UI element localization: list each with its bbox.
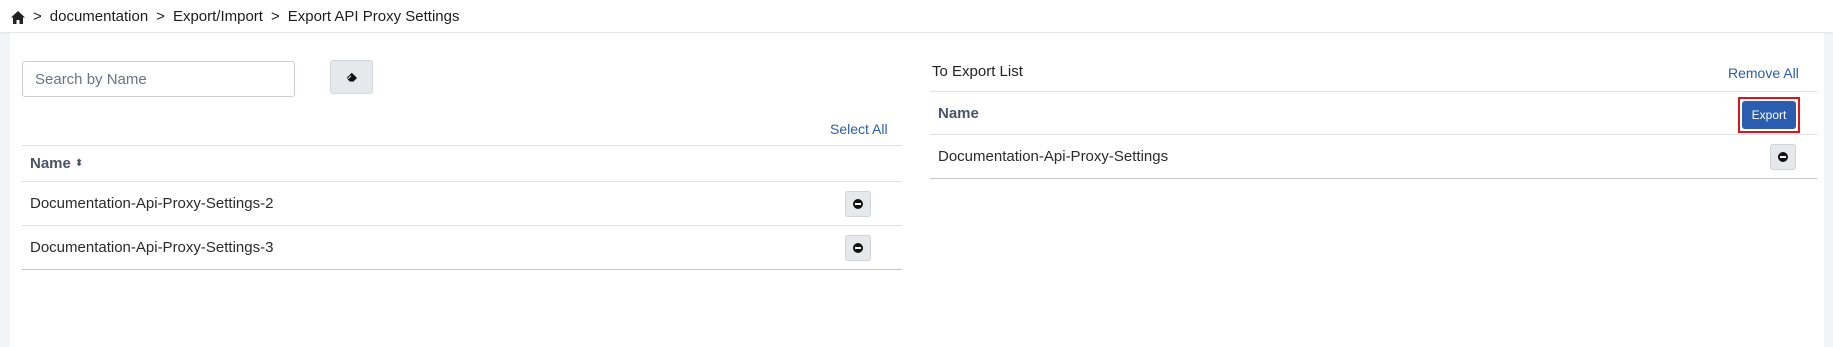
breadcrumb-separator: > [156, 7, 165, 25]
remove-from-export-button[interactable] [1770, 144, 1796, 170]
sort-icon: ⬍ [74, 158, 84, 169]
eraser-icon [346, 72, 357, 82]
breadcrumb-documentation[interactable]: documentation [50, 8, 148, 25]
column-header-label: Name [938, 104, 979, 122]
breadcrumb-separator: > [33, 7, 42, 25]
add-circle-icon [853, 199, 863, 209]
add-to-export-button[interactable] [845, 191, 871, 217]
table-row: Documentation-Api-Proxy-Settings-3 [22, 226, 902, 270]
export-list-table: Name Export Documentation-Api-Proxy-Sett… [930, 91, 1817, 179]
export-button[interactable]: Export [1742, 101, 1796, 129]
clear-search-button[interactable] [330, 60, 373, 94]
add-circle-icon [853, 243, 863, 253]
column-header-label: Name [30, 155, 71, 172]
breadcrumb-current-page: Export API Proxy Settings [287, 7, 460, 25]
table-row: Documentation-Api-Proxy-Settings [930, 135, 1817, 179]
export-panel: Select All Name ⬍ Documentation-Api-Prox… [10, 33, 1824, 347]
breadcrumb-separator: > [270, 7, 280, 25]
remove-all-link[interactable]: Remove All [1728, 65, 1799, 81]
export-button-highlight: Export [1738, 97, 1800, 133]
search-input[interactable] [22, 61, 295, 97]
available-items-table: Name ⬍ Documentation-Api-Proxy-Settings-… [22, 145, 902, 270]
breadcrumb: > documentation > Export/Import > Export… [0, 0, 1833, 32]
remove-circle-icon [1778, 152, 1788, 162]
row-name: Documentation-Api-Proxy-Settings [938, 148, 1169, 165]
row-name: Documentation-Api-Proxy-Settings-3 [30, 239, 274, 256]
add-to-export-button[interactable] [845, 235, 871, 261]
select-all-link[interactable]: Select All [830, 121, 888, 137]
name-column-header: Name Export [930, 91, 1817, 135]
table-row: Documentation-Api-Proxy-Settings-2 [22, 182, 902, 226]
home-icon[interactable] [11, 10, 25, 24]
breadcrumb-export-import[interactable]: Export/Import [173, 8, 263, 25]
name-column-header[interactable]: Name ⬍ [22, 145, 902, 182]
row-name: Documentation-Api-Proxy-Settings-2 [30, 195, 274, 212]
export-list-title: To Export List [932, 63, 1023, 80]
